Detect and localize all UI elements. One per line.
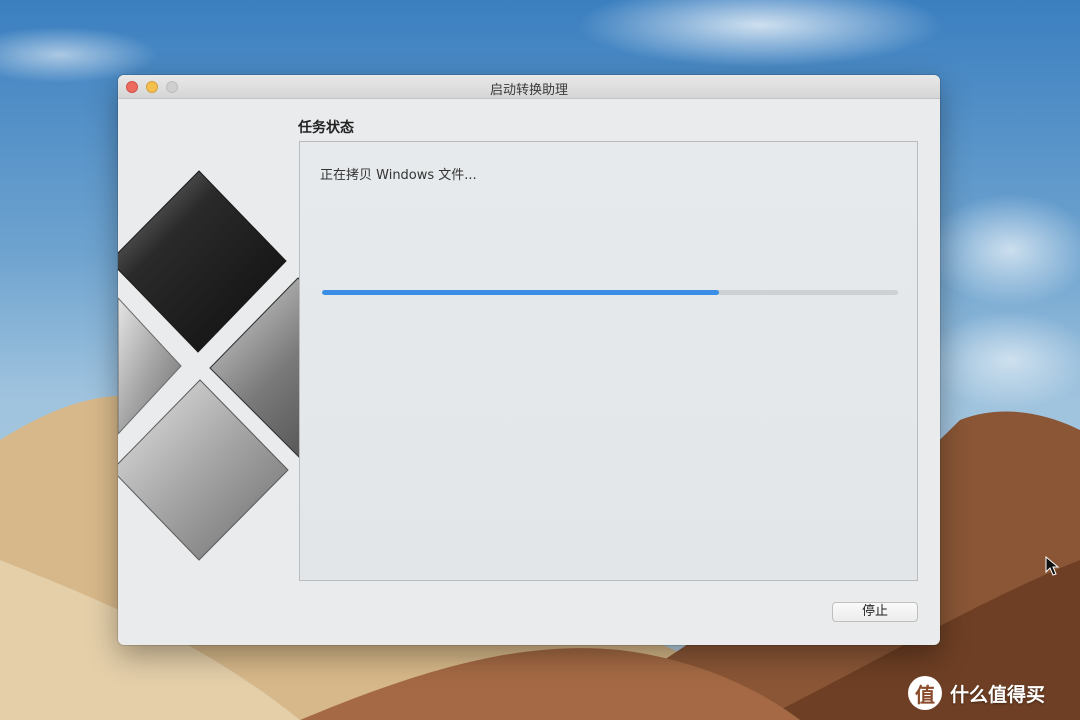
watermark-text: 什么值得买 [950, 683, 1046, 706]
window-title: 启动转换助理 [489, 83, 568, 98]
section-title: 任务状态 [298, 120, 354, 136]
progress-fill [322, 290, 720, 295]
desktop-background: 启动转换助理 任务状态 正在拷贝 Windows 文件... 停止 值 什么值得… [0, 0, 1080, 720]
watermark-logo-icon: 值 [908, 676, 942, 710]
mouse-pointer-icon [1045, 556, 1060, 576]
progress-bar [322, 290, 898, 295]
stop-button[interactable]: 停止 [832, 602, 918, 622]
title-bar: 启动转换助理 [118, 75, 940, 99]
status-text: 正在拷贝 Windows 文件... [320, 168, 477, 183]
task-status-panel: 正在拷贝 Windows 文件... [299, 141, 918, 581]
boot-camp-assistant-window: 启动转换助理 任务状态 正在拷贝 Windows 文件... 停止 [118, 75, 940, 645]
watermark: 值 什么值得买 [908, 675, 1045, 711]
